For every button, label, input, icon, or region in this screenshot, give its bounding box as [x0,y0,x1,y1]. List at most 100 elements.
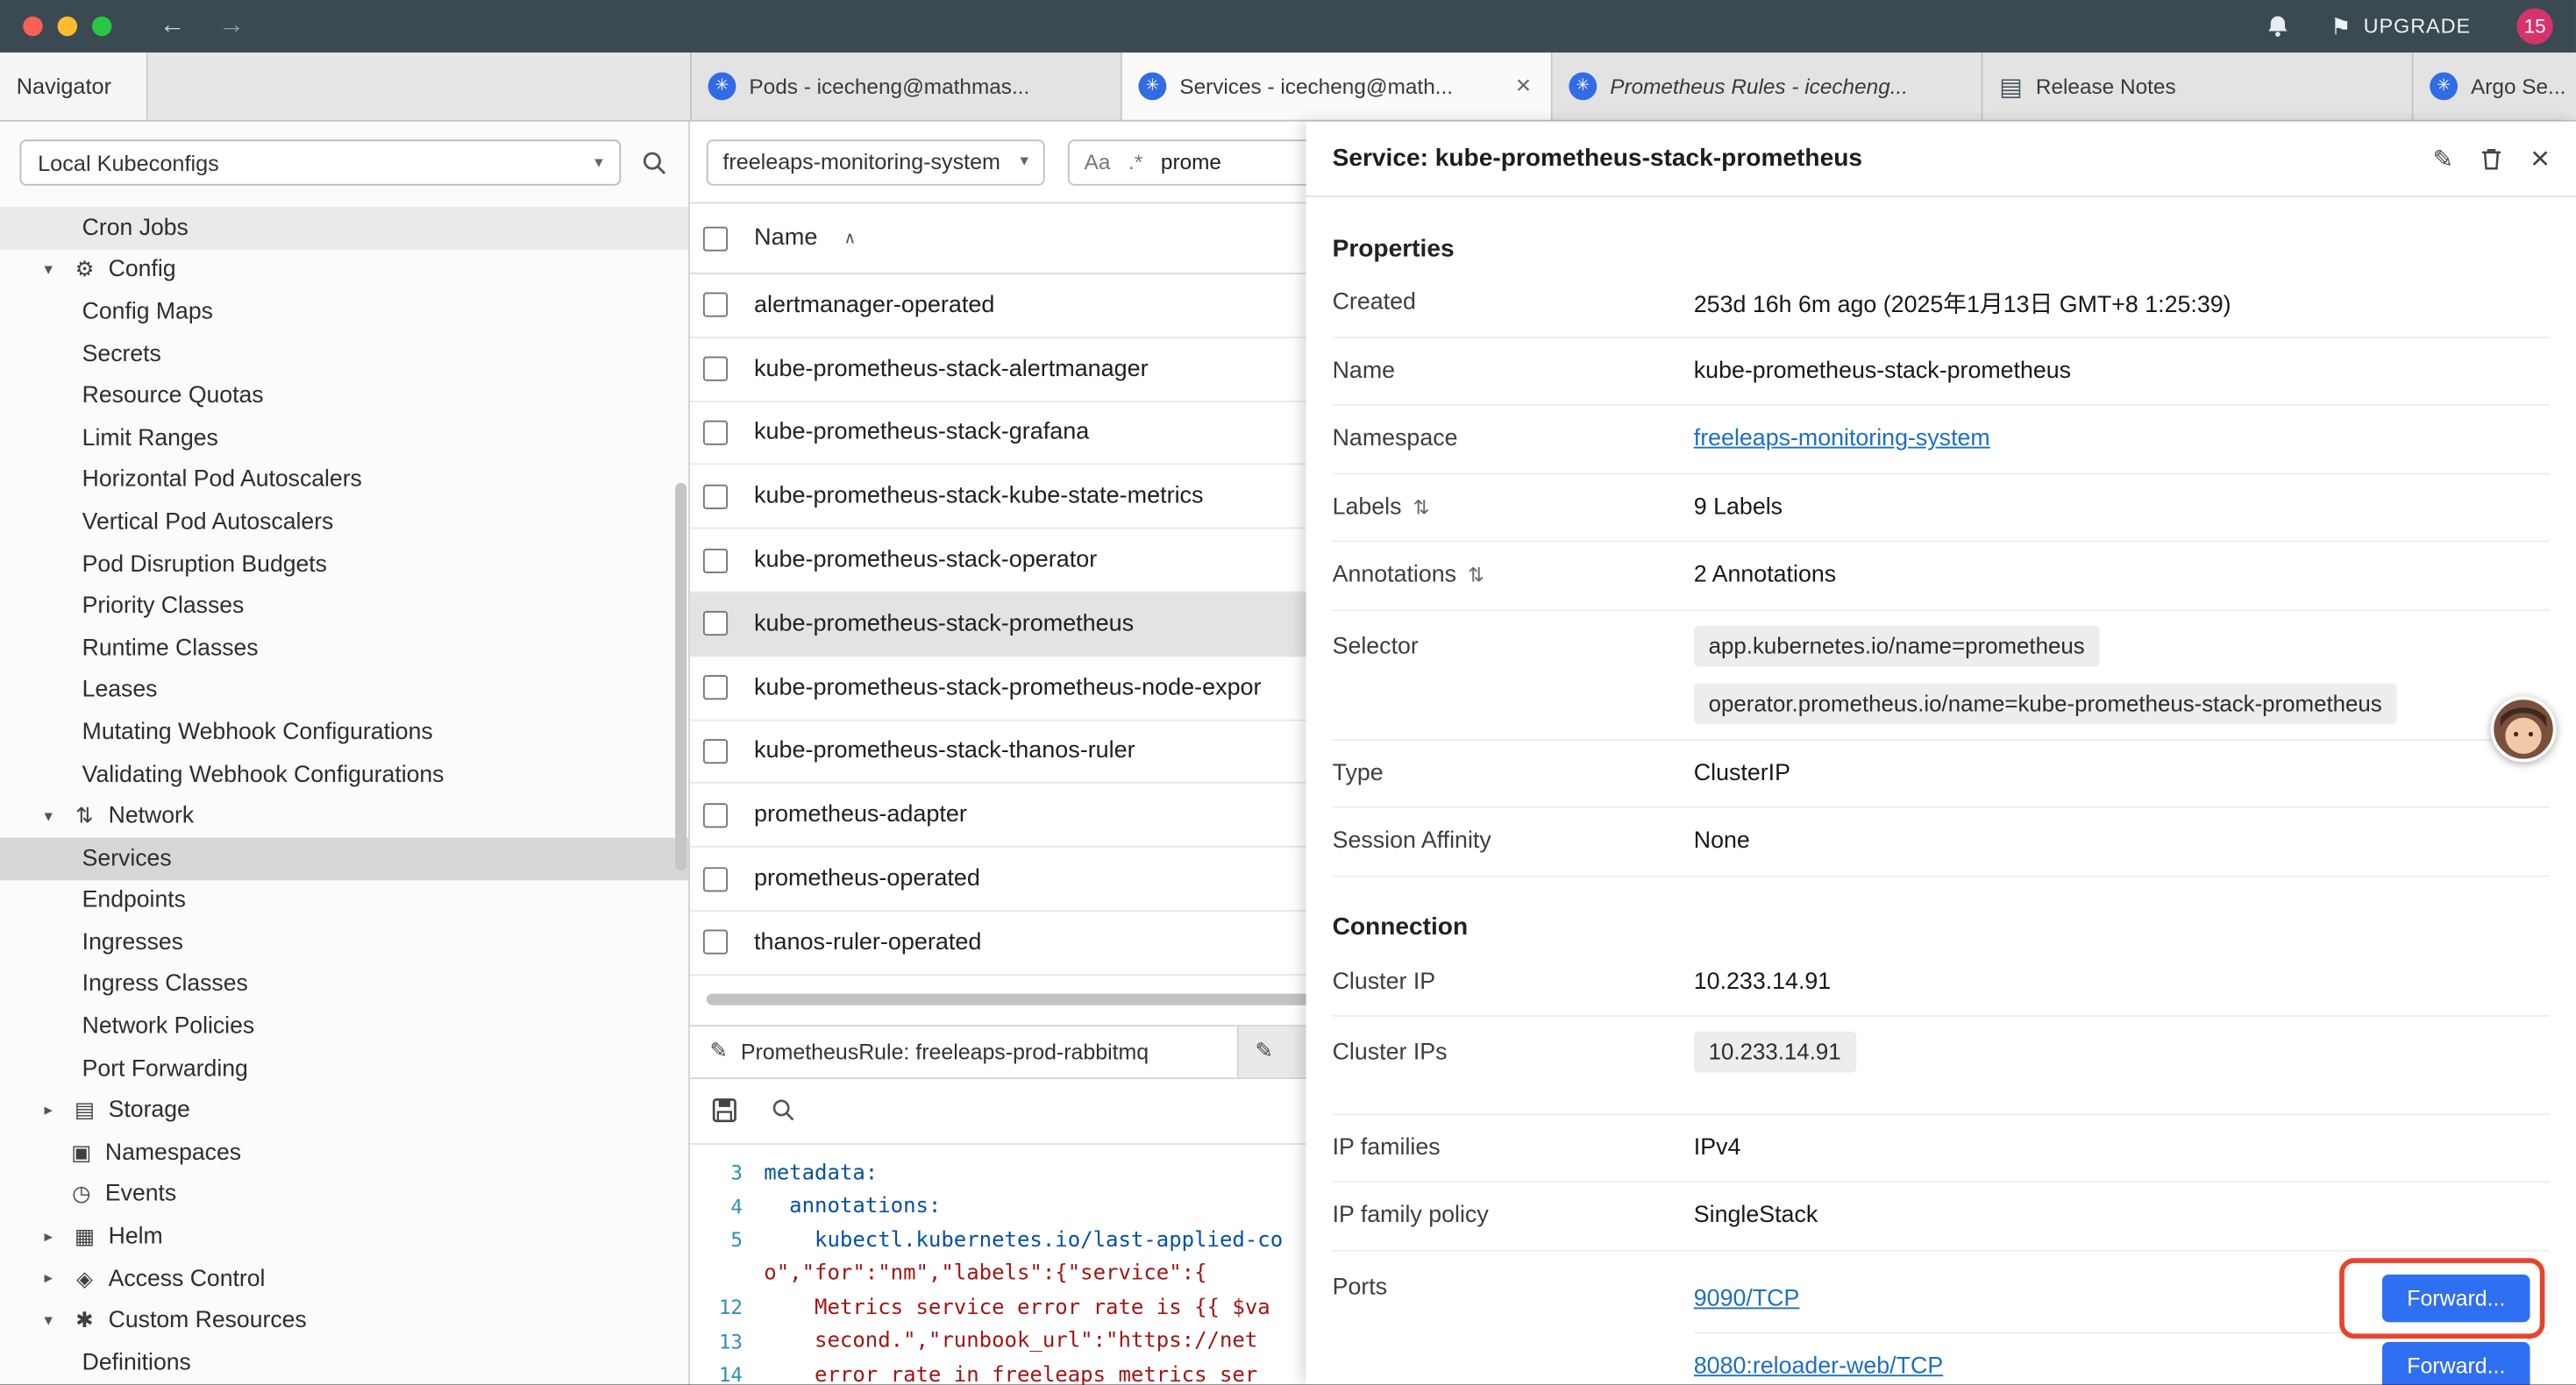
port-link[interactable]: 9090/TCP [1694,1285,1800,1311]
forward-button[interactable]: Forward... [2382,1275,2530,1322]
detail-label: Cluster IPs [1333,1032,1694,1066]
sort-toggle-icon[interactable]: ⇅ [1413,495,1430,518]
sidebar-item-access-control[interactable]: ▸◈Access Control [0,1258,688,1300]
port-line: 9090/TCP Forward... [1694,1266,2550,1333]
row-checkbox[interactable] [703,866,728,891]
navigator-tab[interactable]: Navigator [0,53,148,120]
sidebar-item-events[interactable]: ◷Events [0,1174,688,1216]
sidebar-item-helm[interactable]: ▸▦Helm [0,1216,688,1258]
chevron-down-icon[interactable]: ▾ [36,807,60,826]
chip: 10.233.14.91 [1694,1032,1856,1073]
sidebar-item-endpoints[interactable]: Endpoints [0,879,688,921]
sidebar-item-network-policies[interactable]: Network Policies [0,1005,688,1048]
row-checkbox[interactable] [703,484,728,508]
sidebar-item-ingresses[interactable]: Ingresses [0,921,688,963]
kubernetes-icon: ✳ [1569,72,1597,100]
select-all-checkbox[interactable] [703,226,728,251]
close-drawer-icon[interactable]: × [2530,142,2550,174]
sidebar-item-limit-ranges[interactable]: Limit Ranges [0,417,688,459]
detail-value: 2 Annotations [1694,562,2550,588]
row-checkbox[interactable] [703,675,728,700]
chevron-down-icon[interactable]: ▾ [36,1312,60,1331]
search-query: prome [1161,150,1221,174]
sidebar-item-priority-classes[interactable]: Priority Classes [0,586,688,628]
port-link[interactable]: 8080:reloader-web/TCP [1694,1353,1943,1379]
sidebar-item-mutating-webhook-configurations[interactable]: Mutating Webhook Configurations [0,712,688,754]
detail-row: Cluster IP10.233.14.91 [1333,948,2550,1017]
delete-resource-icon[interactable] [2480,146,2504,172]
save-icon[interactable] [711,1097,737,1124]
sidebar-item-ingress-classes[interactable]: Ingress Classes [0,963,688,1005]
detail-value: 10.233.14.91 [1694,1032,2550,1073]
sidebar-item-vertical-pod-autoscalers[interactable]: Vertical Pod Autoscalers [0,501,688,543]
chevron-right-icon[interactable]: ▸ [36,1270,60,1289]
sidebar-item-storage[interactable]: ▸▤Storage [0,1090,688,1132]
close-window-button[interactable] [23,17,42,36]
sidebar-item-namespaces[interactable]: ▣Namespaces [0,1132,688,1174]
sidebar-scrollbar[interactable] [675,483,687,870]
edit-resource-icon[interactable]: ✎ [2432,144,2453,174]
sidebar-item-label: Cron Jobs [82,215,189,241]
sidebar-item-cron-jobs[interactable]: Cron Jobs [0,207,688,249]
row-checkbox[interactable] [703,612,728,636]
chevron-down-icon[interactable]: ▾ [36,261,60,280]
sidebar-search-icon[interactable] [641,149,669,177]
chevron-right-icon[interactable]: ▸ [36,1228,60,1246]
editor-tab-partial[interactable]: ✎ [1239,1026,1305,1077]
namespace-selector[interactable]: freeleaps-monitoring-system ▾ [707,138,1045,184]
editor-tab[interactable]: ✎ PrometheusRule: freeleaps-prod-rabbitm… [690,1026,1239,1077]
sidebar-item-pod-disruption-budgets[interactable]: Pod Disruption Budgets [0,543,688,586]
namespace-link[interactable]: freeleaps-monitoring-system [1694,426,1990,452]
row-checkbox[interactable] [703,930,728,955]
sort-asc-icon[interactable]: ∧ [843,229,856,247]
minimize-window-button[interactable] [58,17,77,36]
floating-user-avatar[interactable] [2491,696,2557,762]
match-case-toggle[interactable]: Aa [1085,150,1111,174]
row-checkbox[interactable] [703,421,728,445]
code-text: Metrics service error rate is {{ $va [764,1295,1270,1319]
sidebar-item-runtime-classes[interactable]: Runtime Classes [0,628,688,670]
sidebar-item-network[interactable]: ▾⇅Network [0,795,688,837]
sidebar-item-horizontal-pod-autoscalers[interactable]: Horizontal Pod Autoscalers [0,459,688,501]
chevron-right-icon[interactable]: ▸ [36,1102,60,1120]
tab-close-icon[interactable]: × [1512,72,1534,102]
sidebar-item-config-maps[interactable]: Config Maps [0,291,688,333]
notification-count-badge[interactable]: 15 [2517,8,2553,44]
sidebar-item-resource-quotas[interactable]: Resource Quotas [0,375,688,417]
sidebar-item-label: Events [105,1182,176,1208]
forward-button[interactable]: Forward... [2382,1342,2530,1385]
sidebar-item-services[interactable]: Services [0,837,688,879]
regex-toggle[interactable]: .* [1128,150,1142,174]
detail-row: Namespacefreeleaps-monitoring-system [1333,406,2550,474]
row-name: alertmanager-operated [754,292,994,318]
sidebar-item-port-forwarding[interactable]: Port Forwarding [0,1048,688,1090]
name-column-header[interactable]: Name [754,225,817,252]
row-checkbox[interactable] [703,293,728,317]
notifications-bell-icon[interactable] [2263,12,2291,40]
sidebar-item-leases[interactable]: Leases [0,670,688,712]
back-button[interactable]: ← [160,13,186,39]
tab-3[interactable]: ✳Prometheus Rules - icecheng... [1553,53,1983,120]
sidebar-item-definitions[interactable]: Definitions [0,1342,688,1384]
sidebar-item-secrets[interactable]: Secrets [0,333,688,375]
sidebar-item-config[interactable]: ▾⚙Config [0,249,688,291]
port-line: 8080:reloader-web/TCP Forward... [1694,1333,2550,1385]
zoom-window-button[interactable] [92,17,111,36]
tab-5[interactable]: ✳Argo Se... [2413,53,2575,120]
kubeconfig-selector[interactable]: Local Kubeconfigs ▾ [19,139,621,185]
tab-4[interactable]: ▤Release Notes [1983,53,2414,120]
tab-2[interactable]: ✳Services - icecheng@math...× [1122,53,1553,120]
sidebar-item-custom-resources[interactable]: ▾✱Custom Resources [0,1300,688,1342]
editor-search-icon[interactable] [771,1097,797,1124]
row-checkbox[interactable] [703,739,728,764]
sort-toggle-icon[interactable]: ⇅ [1468,564,1484,586]
sidebar-item-validating-webhook-configurations[interactable]: Validating Webhook Configurations [0,754,688,796]
row-checkbox[interactable] [703,357,728,381]
detail-label: Cluster IP [1333,969,1694,995]
forward-button[interactable]: → [218,13,245,39]
row-checkbox[interactable] [703,803,728,827]
search-input[interactable]: Aa .* prome [1068,138,1318,184]
upgrade-button[interactable]: ⚑ UPGRADE [2330,12,2471,40]
tab-1[interactable]: ✳Pods - icecheng@mathmas... [692,53,1122,120]
row-checkbox[interactable] [703,548,728,572]
